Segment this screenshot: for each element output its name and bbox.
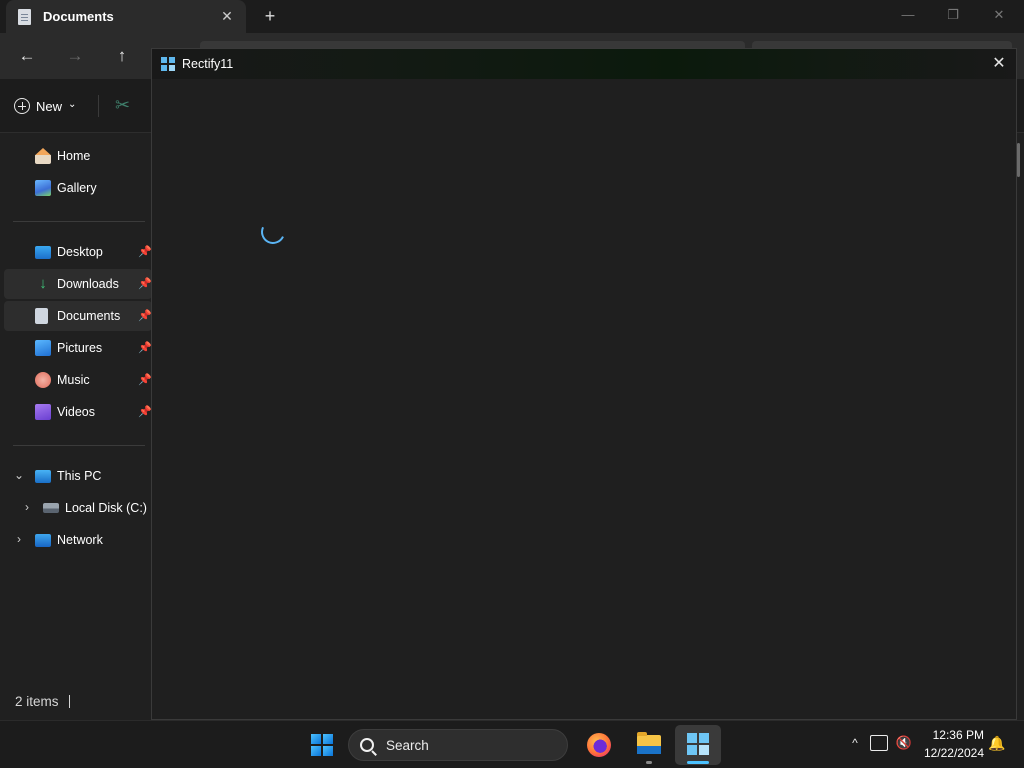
- dialog-close-button[interactable]: ✕: [988, 53, 1010, 75]
- sidebar-item-label: This PC: [57, 469, 102, 483]
- desktop-icon: [35, 245, 51, 259]
- maximize-button[interactable]: ❐: [938, 4, 968, 26]
- downloads-icon: ↓: [39, 275, 47, 292]
- sidebar-item-label: Pictures: [57, 341, 103, 355]
- sidebar-item-home[interactable]: Home: [4, 141, 152, 171]
- new-button-label: New: [36, 98, 63, 114]
- navigation-pane: Home Gallery Desktop 📌 ↓ Downloads 📌 Doc…: [0, 134, 152, 686]
- sidebar-item-pictures[interactable]: Pictures 📌: [4, 333, 152, 363]
- active-indicator: [687, 761, 709, 764]
- start-button[interactable]: [308, 729, 336, 759]
- network-status-icon[interactable]: [870, 735, 888, 751]
- show-hidden-icons-chevron-icon[interactable]: ^: [848, 733, 862, 753]
- tab-documents[interactable]: Documents ✕: [6, 0, 246, 33]
- sidebar-divider: [13, 445, 145, 446]
- volume-muted-icon[interactable]: 🔇: [895, 733, 913, 753]
- sidebar-item-this-pc[interactable]: ⌄ This PC: [4, 461, 152, 491]
- sidebar-item-label: Home: [57, 149, 91, 163]
- rectify11-dialog: Rectify11 ✕: [151, 48, 1017, 720]
- chevron-right-icon[interactable]: ›: [20, 500, 34, 514]
- sidebar-item-label: Desktop: [57, 245, 103, 259]
- taskbar-search[interactable]: Search: [348, 729, 568, 761]
- sidebar-item-label: Downloads: [57, 277, 119, 291]
- dialog-titlebar[interactable]: Rectify11 ✕: [152, 49, 1016, 79]
- sidebar-item-label: Network: [57, 533, 103, 547]
- status-bar: 2 items: [0, 686, 152, 720]
- command-separator: [98, 95, 99, 117]
- sidebar-item-label: Videos: [57, 405, 95, 419]
- taskbar-app-rectify11[interactable]: [675, 725, 721, 765]
- sidebar-item-network[interactable]: › Network: [4, 525, 152, 555]
- sidebar-item-videos[interactable]: Videos 📌: [4, 397, 152, 427]
- sidebar-item-local-disk[interactable]: › Local Disk (C:): [4, 493, 152, 523]
- music-icon: [35, 372, 51, 388]
- pin-icon: 📌: [138, 246, 152, 258]
- sidebar-item-gallery[interactable]: Gallery: [4, 173, 152, 203]
- new-tab-button[interactable]: +: [260, 5, 280, 27]
- network-icon: [35, 533, 51, 547]
- sidebar-item-label: Gallery: [57, 181, 97, 195]
- back-button[interactable]: ←: [15, 45, 39, 67]
- pin-icon: 📌: [138, 310, 152, 322]
- status-separator: [69, 695, 70, 708]
- running-indicator: [646, 761, 652, 764]
- plus-circle-icon: [14, 98, 30, 114]
- documents-icon: [35, 308, 48, 324]
- firefox-icon: [587, 733, 611, 757]
- file-explorer-icon: [637, 732, 661, 754]
- notification-bell-icon[interactable]: 🔔: [988, 733, 1006, 753]
- taskbar: Search ^ 🔇 12:36 PM 12/22/2024 🔔: [0, 720, 1024, 768]
- dialog-title: Rectify11: [182, 57, 234, 71]
- rectify11-logo-icon: [161, 57, 175, 71]
- pin-icon: 📌: [138, 278, 152, 290]
- taskbar-search-label: Search: [386, 737, 429, 753]
- sidebar-item-downloads[interactable]: ↓ Downloads 📌: [4, 269, 152, 299]
- taskbar-app-firefox[interactable]: [576, 725, 622, 765]
- windows-logo-icon: [311, 734, 333, 756]
- pin-icon: 📌: [138, 374, 152, 386]
- cut-icon[interactable]: ✂: [115, 95, 130, 115]
- minimize-button[interactable]: —: [893, 4, 923, 26]
- videos-icon: [35, 404, 51, 420]
- sidebar-item-label: Documents: [57, 309, 121, 323]
- forward-button[interactable]: →: [63, 45, 87, 67]
- chevron-down-icon[interactable]: ⌄: [12, 468, 26, 482]
- pin-icon: 📌: [138, 342, 152, 354]
- scrollbar-thumb[interactable]: [1017, 143, 1020, 177]
- sidebar-divider: [13, 221, 145, 222]
- clock-time[interactable]: 12:36 PM: [918, 728, 984, 742]
- tab-close-button[interactable]: ✕: [218, 7, 236, 25]
- search-icon: [360, 738, 374, 752]
- new-button[interactable]: New ⌄: [14, 93, 76, 119]
- tab-title: Documents: [43, 9, 114, 24]
- content-area-edge: [1016, 133, 1024, 720]
- status-item-count: 2 items: [15, 694, 59, 709]
- loading-spinner-icon: [257, 216, 289, 248]
- pictures-icon: [35, 340, 51, 356]
- document-icon: [18, 8, 31, 25]
- rectify11-icon: [687, 733, 709, 755]
- up-button[interactable]: ↑: [110, 45, 134, 67]
- home-icon: [35, 148, 51, 164]
- sidebar-item-label: Music: [57, 373, 90, 387]
- chevron-right-icon[interactable]: ›: [12, 532, 26, 546]
- this-pc-icon: [35, 469, 51, 483]
- local-disk-icon: [43, 503, 59, 513]
- taskbar-app-file-explorer[interactable]: [626, 725, 672, 765]
- sidebar-item-desktop[interactable]: Desktop 📌: [4, 237, 152, 267]
- sidebar-item-music[interactable]: Music 📌: [4, 365, 152, 395]
- clock-date[interactable]: 12/22/2024: [912, 746, 984, 760]
- sidebar-item-label: Local Disk (C:): [65, 501, 147, 515]
- chevron-down-icon: ⌄: [68, 98, 77, 110]
- tab-bar: Documents ✕ + — ❐ ✕: [0, 0, 1024, 33]
- pin-icon: 📌: [138, 406, 152, 418]
- sidebar-item-documents[interactable]: Documents 📌: [4, 301, 152, 331]
- gallery-icon: [35, 180, 51, 196]
- window-close-button[interactable]: ✕: [984, 4, 1014, 26]
